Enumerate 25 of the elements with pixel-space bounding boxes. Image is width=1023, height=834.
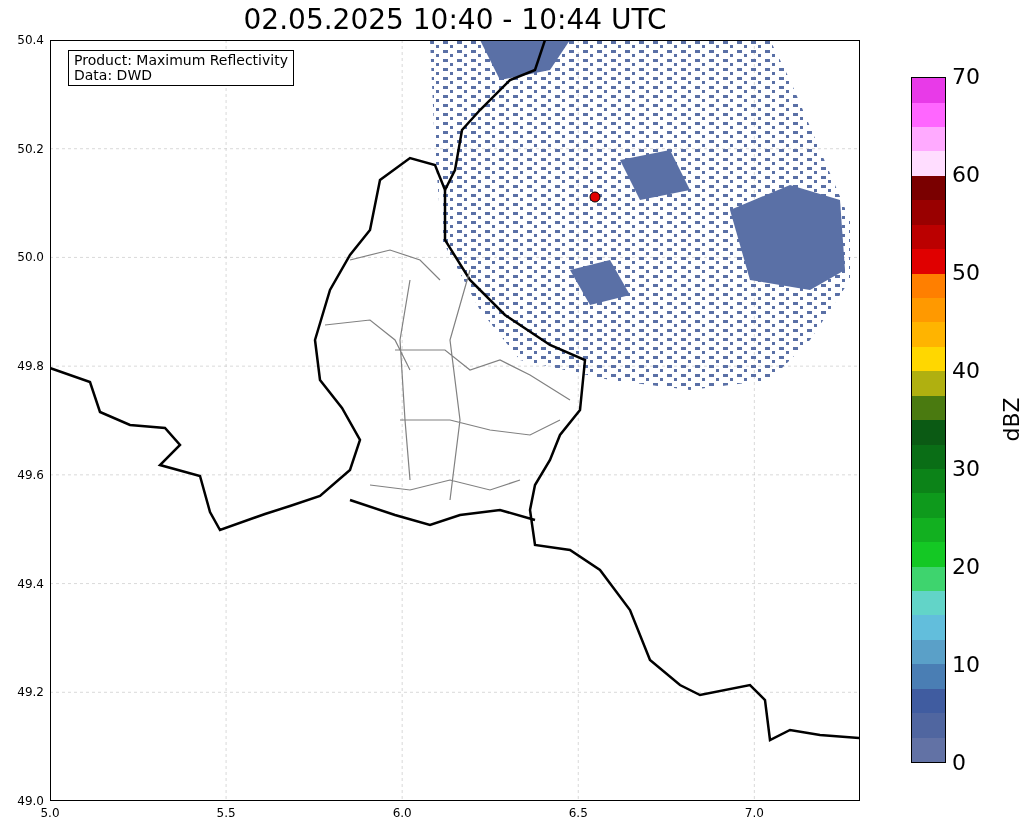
colorbar-tick-label: 30 xyxy=(952,455,980,483)
y-tick-label: 50.2 xyxy=(17,140,44,157)
y-tick-label: 49.4 xyxy=(17,575,44,592)
x-tick-label: 5.5 xyxy=(215,806,237,820)
y-tick-label: 49.8 xyxy=(17,358,44,375)
colorbar-tick-label: 70 xyxy=(952,63,980,91)
colorbar-tick-label: 60 xyxy=(952,161,980,189)
y-tick-label: 49.0 xyxy=(17,793,44,808)
y-tick-label: 50.0 xyxy=(17,249,44,266)
x-tick-label: 5.0 xyxy=(39,806,61,820)
y-tick-label: 49.6 xyxy=(17,466,44,483)
chart-title: 02.05.2025 10:40 - 10:44 UTC xyxy=(242,2,668,38)
y-tick-label: 49.2 xyxy=(17,684,44,701)
colorbar-tick-label: 10 xyxy=(952,651,980,679)
y-tick-label: 50.4 xyxy=(17,32,44,48)
legend-text: Data: DWD xyxy=(74,68,153,83)
colorbar-label: dBZ xyxy=(998,397,1023,442)
colorbar-tick-label: 0 xyxy=(952,749,966,777)
colorbar-tick-label: 20 xyxy=(952,553,980,581)
legend-text: Product: Maximum Reflectivity xyxy=(74,53,288,68)
x-tick-label: 6.5 xyxy=(567,806,589,820)
colorbar-tick-label: 50 xyxy=(952,259,980,287)
colorbar-tick-label: 40 xyxy=(952,357,980,385)
x-tick-label: 7.0 xyxy=(743,806,765,820)
x-tick-label: 6.0 xyxy=(391,806,413,820)
